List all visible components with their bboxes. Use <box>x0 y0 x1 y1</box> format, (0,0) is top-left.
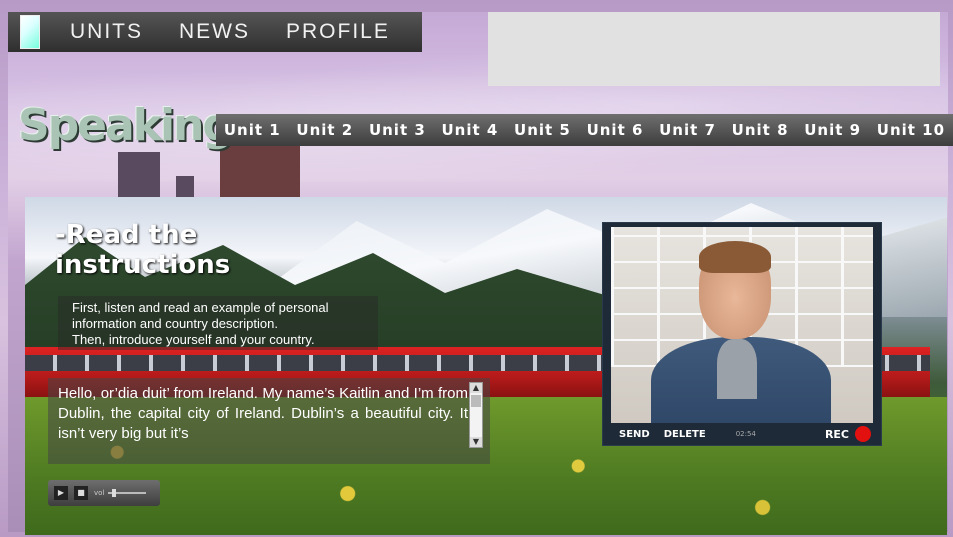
nav-units[interactable]: UNITS <box>70 20 143 44</box>
person-hair <box>699 241 771 273</box>
reading-panel: Hello, or’dia duit’ from Ireland. My nam… <box>48 378 490 464</box>
tab-unit-2[interactable]: Unit 2 <box>296 121 353 139</box>
nav-profile[interactable]: PROFILE <box>286 20 390 44</box>
logo-icon <box>20 15 40 49</box>
scroll-down-icon[interactable]: ▼ <box>470 437 482 447</box>
person-shirt <box>717 339 757 399</box>
send-button[interactable]: SEND <box>619 429 650 440</box>
tab-unit-10[interactable]: Unit 10 <box>877 121 945 139</box>
play-icon[interactable]: ▶ <box>54 486 68 500</box>
unit-tabs: Unit 1 Unit 2 Unit 3 Unit 4 Unit 5 Unit … <box>216 114 953 146</box>
tab-unit-6[interactable]: Unit 6 <box>587 121 644 139</box>
tab-unit-3[interactable]: Unit 3 <box>369 121 426 139</box>
reading-text: Hello, or’dia duit’ from Ireland. My nam… <box>58 385 468 442</box>
webcam-feed <box>611 227 873 423</box>
reading-scrollbar[interactable]: ▲ ▼ <box>469 382 483 448</box>
record-timer: 02:54 <box>735 430 756 438</box>
scroll-thumb[interactable] <box>471 395 481 407</box>
tab-unit-1[interactable]: Unit 1 <box>224 121 281 139</box>
volume-slider[interactable] <box>108 489 147 497</box>
instructions-text: First, listen and read an example of per… <box>58 296 378 350</box>
video-recorder: SEND DELETE 02:54 REC <box>602 222 882 446</box>
tab-unit-9[interactable]: Unit 9 <box>804 121 861 139</box>
rec-label: REC <box>824 427 849 441</box>
volume-label: vol <box>94 489 105 497</box>
stop-icon[interactable]: ■ <box>74 486 88 500</box>
scroll-up-icon[interactable]: ▲ <box>470 383 482 393</box>
page-title: Speaking <box>18 100 234 151</box>
tab-unit-5[interactable]: Unit 5 <box>514 121 571 139</box>
tab-unit-7[interactable]: Unit 7 <box>659 121 716 139</box>
instructions-heading: -Read the instructions <box>55 220 231 280</box>
delete-button[interactable]: DELETE <box>664 429 706 440</box>
tab-unit-8[interactable]: Unit 8 <box>732 121 789 139</box>
banner-placeholder <box>488 12 940 86</box>
top-navigation: UNITS NEWS PROFILE <box>8 12 422 52</box>
record-button-icon[interactable] <box>855 426 871 442</box>
nav-news[interactable]: NEWS <box>179 20 250 44</box>
tab-unit-4[interactable]: Unit 4 <box>441 121 498 139</box>
audio-player: ▶ ■ vol <box>48 480 160 506</box>
recorder-controls: SEND DELETE 02:54 REC <box>603 423 881 445</box>
